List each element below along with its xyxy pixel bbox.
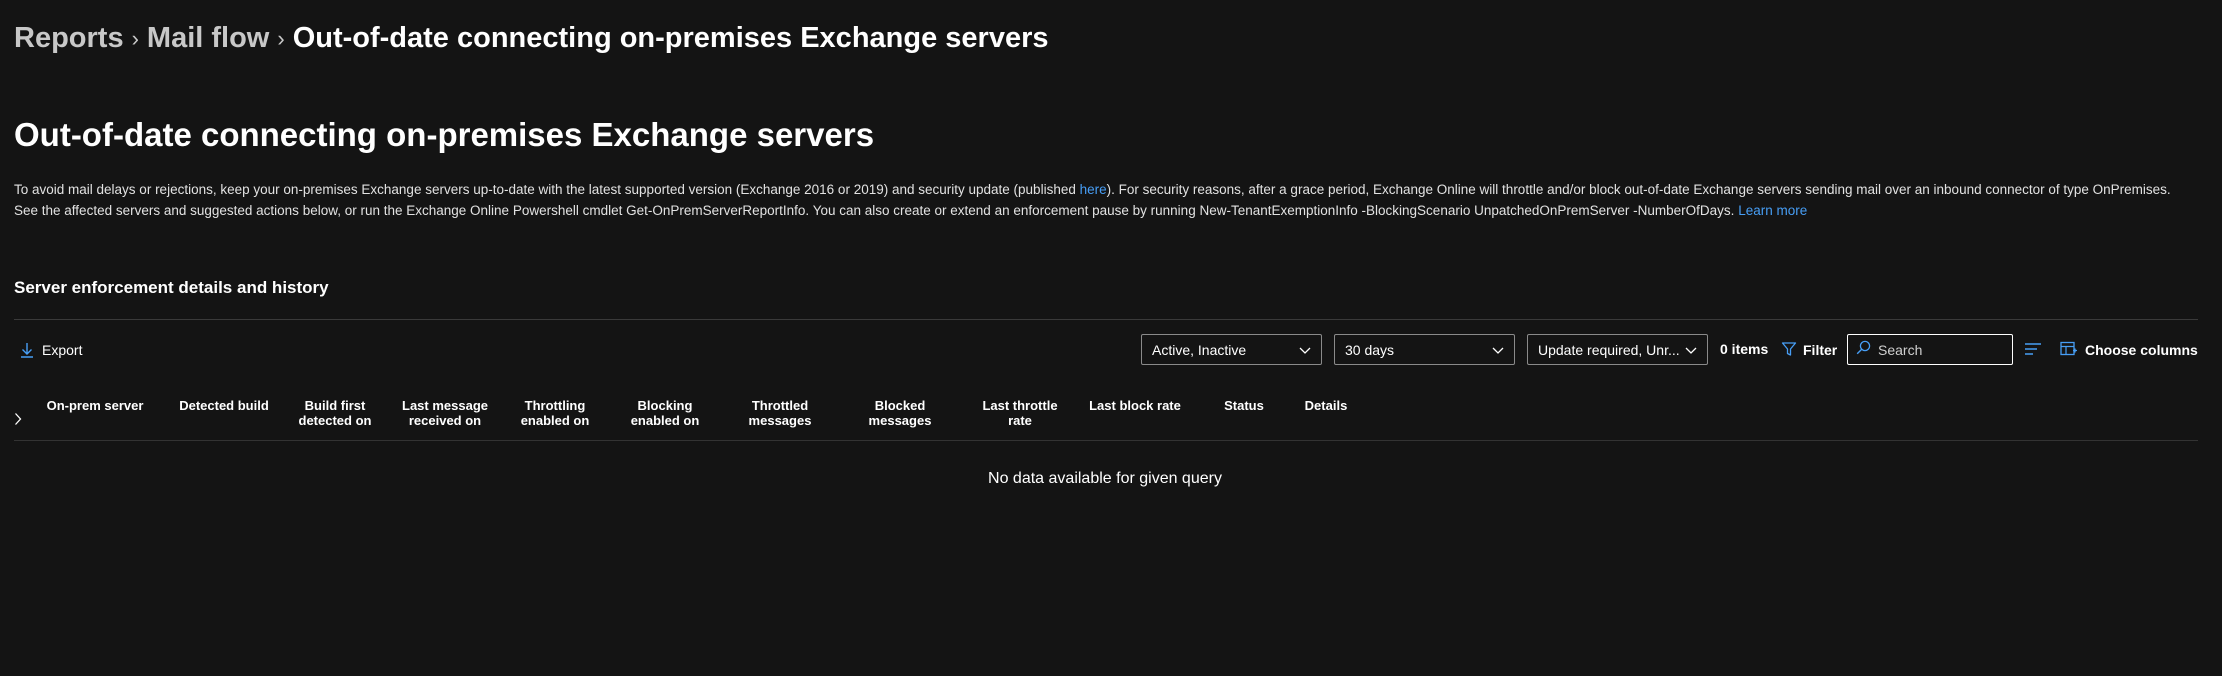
- update-status-value: Update required, Unr...: [1538, 341, 1679, 358]
- update-status-dropdown[interactable]: Update required, Unr...: [1527, 334, 1708, 365]
- breadcrumb-separator: ›: [277, 25, 285, 51]
- chevron-down-icon: [1486, 342, 1504, 358]
- filter-label: Filter: [1803, 342, 1838, 358]
- breadcrumb-separator: ›: [131, 25, 139, 51]
- section-divider: [14, 319, 2198, 320]
- items-count: 0 items: [1720, 341, 1769, 357]
- breadcrumb-item-mail-flow[interactable]: Mail flow: [147, 22, 269, 55]
- status-filter-dropdown[interactable]: Active, Inactive: [1141, 334, 1322, 365]
- breadcrumb: Reports › Mail flow › Out-of-date connec…: [14, 22, 1049, 55]
- table-header: On-prem server Detected build Build firs…: [14, 390, 2198, 441]
- column-header-last-throttle-rate[interactable]: Last throttle rate: [960, 398, 1080, 428]
- breadcrumb-item-current: Out-of-date connecting on-premises Excha…: [292, 22, 1049, 54]
- column-header-details[interactable]: Details: [1276, 398, 1376, 413]
- export-button[interactable]: Export: [20, 339, 82, 361]
- status-filter-value: Active, Inactive: [1152, 341, 1247, 358]
- search-icon: [1856, 340, 1871, 360]
- column-header-blocking-enabled-on[interactable]: Blocking enabled on: [610, 398, 720, 428]
- column-header-detected-build[interactable]: Detected build: [164, 398, 284, 413]
- funnel-icon: [1781, 341, 1797, 360]
- density-lines-icon[interactable]: [2024, 342, 2042, 361]
- chevron-right-icon[interactable]: [14, 412, 22, 431]
- chevron-down-icon: [1293, 342, 1311, 358]
- column-header-throttling-enabled-on[interactable]: Throttling enabled on: [500, 398, 610, 428]
- choose-columns-label: Choose columns: [2085, 342, 2198, 358]
- empty-state-message: No data available for given query: [988, 470, 1222, 487]
- date-range-dropdown[interactable]: 30 days: [1334, 334, 1515, 365]
- page-description: To avoid mail delays or rejections, keep…: [14, 179, 2194, 221]
- column-header-throttled-messages[interactable]: Throttled messages: [720, 398, 840, 428]
- column-header-last-message-received-on[interactable]: Last message received on: [390, 398, 500, 428]
- filter-button[interactable]: Filter: [1781, 339, 1837, 361]
- column-header-on-prem-server[interactable]: On-prem server: [34, 398, 156, 413]
- table-columns-icon: [2060, 341, 2078, 360]
- section-title: Server enforcement details and history: [14, 278, 329, 297]
- search-input[interactable]: [1878, 341, 1998, 358]
- breadcrumb-item-reports[interactable]: Reports: [14, 22, 124, 55]
- chevron-down-icon: [1679, 342, 1697, 358]
- date-range-value: 30 days: [1345, 341, 1395, 358]
- export-label: Export: [42, 342, 83, 358]
- choose-columns-button[interactable]: Choose columns: [2060, 339, 2198, 361]
- here-link[interactable]: here: [1080, 182, 1107, 197]
- download-arrow-icon: [20, 342, 34, 358]
- learn-more-link[interactable]: Learn more: [1738, 203, 1807, 218]
- search-box[interactable]: [1847, 334, 2013, 365]
- page-title: Out-of-date connecting on-premises Excha…: [14, 116, 875, 153]
- column-header-last-block-rate[interactable]: Last block rate: [1070, 398, 1200, 413]
- column-header-build-first-detected-on[interactable]: Build first detected on: [280, 398, 390, 428]
- column-header-blocked-messages[interactable]: Blocked messages: [840, 398, 960, 428]
- description-text-part-1: To avoid mail delays or rejections, keep…: [14, 182, 1080, 197]
